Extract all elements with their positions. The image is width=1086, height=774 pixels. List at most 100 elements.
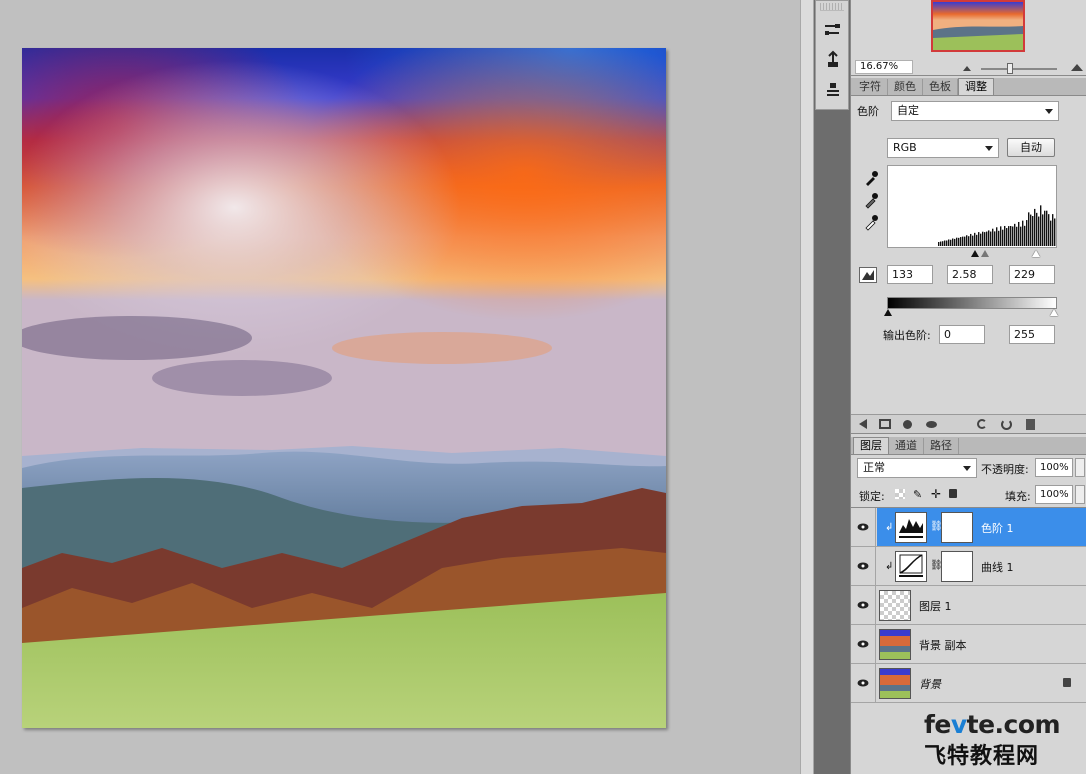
layer-row-layer1[interactable]: 图层 1 — [851, 586, 1086, 625]
input-gamma-field[interactable]: 2.58 — [947, 265, 993, 284]
input-black-field[interactable]: 133 — [887, 265, 933, 284]
lock-position-icon[interactable]: ✛ — [931, 487, 941, 501]
layer-name[interactable]: 色阶 1 — [981, 520, 1014, 536]
histogram-bar — [1052, 214, 1054, 246]
layer-row-background[interactable]: 背景 — [851, 664, 1086, 703]
histogram-bar — [994, 231, 996, 246]
channel-select[interactable]: RGB — [887, 138, 999, 158]
tool-presets-icon[interactable] — [816, 75, 850, 105]
opacity-field[interactable]: 100% — [1035, 458, 1073, 477]
eye-icon[interactable] — [851, 625, 876, 663]
layer-row-levels[interactable]: ↲ ⛓ 色阶 1 — [851, 508, 1086, 547]
watermark: fevte.com 飞特教程网 — [918, 708, 1086, 774]
document-image[interactable] — [22, 48, 666, 728]
layer-content[interactable]: 背景 — [877, 664, 1086, 702]
eye-icon[interactable] — [851, 664, 876, 702]
black-point-eyedropper-icon[interactable] — [863, 169, 879, 190]
layer-content[interactable]: ↲ ⛓ 曲线 1 — [877, 547, 1086, 585]
visibility-icon[interactable] — [926, 420, 937, 428]
layer-name[interactable]: 背景 副本 — [919, 637, 967, 653]
input-white-field[interactable]: 229 — [1009, 265, 1055, 284]
histogram-bar — [1020, 226, 1022, 246]
histogram-bar — [972, 235, 974, 246]
preset-select[interactable]: 自定 — [891, 101, 1059, 121]
histogram-bar — [946, 240, 948, 246]
histogram-bar — [940, 241, 942, 246]
reset-icon[interactable] — [1001, 418, 1012, 430]
output-white-slider[interactable] — [1050, 309, 1058, 316]
tab-layers[interactable]: 图层 — [853, 437, 889, 454]
vertical-scrollbar[interactable] — [800, 0, 814, 774]
input-black-slider[interactable] — [971, 250, 979, 257]
clip-to-layer-icon[interactable] — [903, 419, 912, 429]
histogram-bar — [942, 241, 944, 246]
histogram-bar — [938, 242, 940, 246]
zoom-slider[interactable] — [981, 63, 1057, 74]
navigator-panel: 16.67% — [851, 0, 1086, 76]
auto-button[interactable]: 自动 — [1007, 138, 1055, 157]
chevron-down-icon — [963, 466, 971, 471]
trash-icon[interactable] — [1026, 418, 1035, 430]
layer-mask-thumbnail[interactable] — [941, 551, 973, 582]
eye-icon[interactable] — [851, 508, 876, 546]
fill-dropdown-arrow-icon[interactable] — [1075, 485, 1085, 504]
lock-image-icon[interactable]: ✎ — [913, 488, 922, 501]
lock-label: 锁定: — [859, 490, 885, 503]
blend-mode-select[interactable]: 正常 — [857, 458, 977, 478]
layer-content[interactable]: 背景 副本 — [877, 625, 1086, 663]
zoom-slider-thumb[interactable] — [1007, 63, 1013, 74]
canvas-area[interactable] — [0, 0, 800, 774]
histogram-bar — [1026, 220, 1028, 246]
histogram-bar — [1014, 223, 1016, 246]
layer-mask-thumbnail[interactable] — [941, 512, 973, 543]
layer-row-background-copy[interactable]: 背景 副本 — [851, 625, 1086, 664]
input-white-slider[interactable] — [1032, 250, 1040, 257]
histogram-bar — [1006, 228, 1008, 246]
layer-row-curves[interactable]: ↲ ⛓ 曲线 1 — [851, 547, 1086, 586]
layer-name[interactable]: 背景 — [919, 676, 941, 692]
layer-content[interactable]: ↲ ⛓ 色阶 1 — [877, 508, 1086, 546]
histogram-bar — [1000, 226, 1002, 246]
tab-adjustments[interactable]: 调整 — [958, 78, 994, 95]
histogram-bar — [1032, 216, 1034, 246]
gray-point-eyedropper-icon[interactable] — [863, 191, 879, 212]
output-black-field[interactable]: 0 — [939, 325, 985, 344]
tab-character[interactable]: 字符 — [853, 79, 888, 95]
zoom-in-icon[interactable] — [1071, 64, 1083, 71]
tab-swatches[interactable]: 色板 — [923, 79, 958, 95]
output-black-slider[interactable] — [884, 309, 892, 316]
expand-view-icon[interactable] — [879, 419, 891, 429]
tab-color[interactable]: 颜色 — [888, 79, 923, 95]
navigator-thumbnail[interactable] — [931, 0, 1025, 52]
tab-paths[interactable]: 路径 — [924, 438, 959, 454]
lock-all-icon[interactable] — [949, 489, 957, 498]
layers-tab-bar: 图层 通道 路径 — [851, 437, 1086, 455]
right-panels: 16.67% 字符 颜色 色板 调整 色阶 自定 RGB 自动 133 2.58… — [850, 0, 1086, 774]
fill-field[interactable]: 100% — [1035, 485, 1073, 504]
output-white-field[interactable]: 255 — [1009, 325, 1055, 344]
clipping-icon[interactable] — [859, 267, 877, 283]
input-gamma-slider[interactable] — [981, 250, 989, 257]
histogram-bar — [954, 238, 956, 246]
zoom-field[interactable]: 16.67% — [855, 60, 913, 74]
layer-name[interactable]: 曲线 1 — [981, 559, 1014, 575]
tab-channels[interactable]: 通道 — [889, 438, 924, 454]
eye-icon[interactable] — [851, 586, 876, 624]
white-point-eyedropper-icon[interactable] — [863, 213, 879, 234]
histogram-bar — [948, 239, 950, 246]
blend-mode-value: 正常 — [863, 461, 885, 474]
lock-transparency-icon[interactable] — [895, 489, 905, 499]
zoom-out-icon[interactable] — [963, 66, 971, 71]
histogram-bar — [1002, 229, 1004, 246]
previous-state-icon[interactable] — [977, 419, 987, 429]
eye-icon[interactable] — [851, 547, 876, 585]
toolbox-grip[interactable] — [820, 3, 844, 11]
back-arrow-icon[interactable] — [859, 419, 867, 429]
histogram-bar — [1010, 226, 1012, 246]
layer-content[interactable]: 图层 1 — [877, 586, 1086, 624]
brush-settings-icon[interactable] — [816, 15, 850, 45]
histogram-bar — [962, 236, 964, 246]
clone-source-icon[interactable] — [816, 45, 850, 75]
layer-name[interactable]: 图层 1 — [919, 598, 952, 614]
opacity-dropdown-arrow-icon[interactable] — [1075, 458, 1085, 477]
